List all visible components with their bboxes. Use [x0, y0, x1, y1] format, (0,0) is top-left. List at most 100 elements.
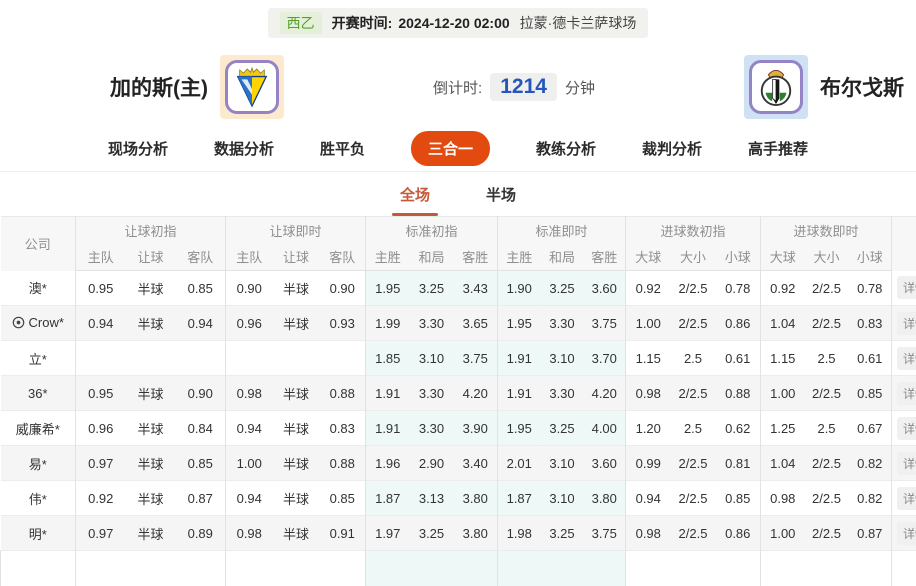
col-subheader: 大小	[671, 244, 716, 271]
odds-row: 威廉希*0.96半球0.840.94半球0.831.913.303.901.95…	[1, 411, 916, 446]
odds-row: 易*0.97半球0.851.00半球0.881.962.903.402.013.…	[1, 446, 916, 481]
odds-value: 2/2.5	[805, 481, 849, 516]
nav-tabs: 现场分析 数据分析 胜平负 三合一 教练分析 裁判分析 高手推荐	[0, 126, 916, 172]
odds-row: 36*0.95半球0.900.98半球0.881.913.304.201.913…	[1, 376, 916, 411]
nav-tab[interactable]: 教练分析	[536, 138, 596, 159]
odds-value: 0.96	[226, 306, 273, 341]
col-group-header: 标准即时	[498, 217, 626, 244]
odds-value: 3.65	[454, 306, 498, 341]
detail-link[interactable]: 详情	[897, 276, 916, 299]
col-subheader: 大小	[805, 244, 849, 271]
odds-value: 2/2.5	[805, 306, 849, 341]
nav-tab[interactable]: 三合一	[411, 131, 490, 166]
odds-value: 1.91	[498, 341, 541, 376]
away-team: 布尔戈斯	[744, 55, 904, 119]
odds-value: 3.80	[454, 481, 498, 516]
odds-value: 0.67	[849, 411, 892, 446]
col-subheader: 让球	[273, 244, 320, 271]
odds-value: 1.91	[498, 376, 541, 411]
odds-value: 2/2.5	[805, 446, 849, 481]
odds-value: 0.85	[176, 271, 226, 306]
company-name: 明*	[1, 516, 76, 551]
period-subtab[interactable]: 半场	[486, 172, 516, 216]
odds-value: 0.88	[320, 446, 366, 481]
odds-value: 1.85	[366, 341, 410, 376]
odds-value: 0.98	[761, 481, 805, 516]
col-group-header: 让球初指	[76, 217, 226, 244]
detail-link[interactable]: 详情	[897, 487, 916, 510]
odds-value: 1.15	[626, 341, 671, 376]
odds-value: 3.10	[541, 446, 584, 481]
detail-link[interactable]: 详情	[897, 522, 916, 545]
nav-tab[interactable]: 高手推荐	[748, 138, 808, 159]
home-team: 加的斯(主)	[110, 55, 284, 119]
col-header-detail	[892, 217, 916, 271]
detail-link[interactable]: 详情	[897, 417, 916, 440]
odds-value: 2.01	[498, 446, 541, 481]
odds-value: 0.89	[176, 516, 226, 551]
odds-table: 公司让球初指让球即时标准初指标准即时进球数初指进球数即时主队让球客队主队让球客队…	[0, 216, 916, 586]
odds-value: 3.10	[410, 341, 454, 376]
odds-value: 0.61	[716, 341, 761, 376]
odds-value: 0.87	[176, 481, 226, 516]
detail-cell: 详情	[892, 341, 916, 376]
company-name: 威廉希*	[1, 411, 76, 446]
odds-value: 3.30	[410, 411, 454, 446]
odds-value: 0.95	[76, 271, 126, 306]
odds-value: 0.88	[320, 376, 366, 411]
col-subheader: 主胜	[498, 244, 541, 271]
col-subheader: 客胜	[584, 244, 626, 271]
odds-value: 0.85	[176, 446, 226, 481]
odds-value: 0.92	[76, 481, 126, 516]
odds-value: 2.5	[805, 341, 849, 376]
odds-value: 半球	[273, 411, 320, 446]
odds-value: 0.78	[849, 271, 892, 306]
odds-value: 0.62	[716, 411, 761, 446]
odds-value: 0.94	[626, 481, 671, 516]
odds-value: 3.40	[454, 446, 498, 481]
odds-value: 0.92	[761, 271, 805, 306]
odds-value: 3.80	[454, 516, 498, 551]
odds-value: 0.82	[849, 481, 892, 516]
nav-tab[interactable]: 现场分析	[108, 138, 168, 159]
odds-value: 半球	[273, 271, 320, 306]
detail-link[interactable]: 详情	[897, 347, 916, 370]
odds-value: 0.92	[626, 271, 671, 306]
col-subheader: 客队	[176, 244, 226, 271]
odds-value: 1.25	[761, 411, 805, 446]
odds-value: 0.84	[176, 411, 226, 446]
odds-value: 3.80	[584, 481, 626, 516]
period-subtab[interactable]: 全场	[400, 172, 430, 216]
odds-value: 半球	[126, 516, 176, 551]
detail-cell: 详情	[892, 481, 916, 516]
odds-value: 2/2.5	[805, 271, 849, 306]
odds-value: 0.87	[849, 516, 892, 551]
odds-value: 1.95	[366, 271, 410, 306]
odds-value: 2/2.5	[671, 271, 716, 306]
match-info-bar-wrap: 西乙 开赛时间: 2024-12-20 02:00 拉蒙·德卡兰萨球场	[0, 0, 916, 38]
odds-value: 半球	[126, 306, 176, 341]
detail-link[interactable]: 详情	[897, 312, 916, 335]
odds-row: Crow*0.94半球0.940.96半球0.931.993.303.651.9…	[1, 306, 916, 341]
odds-value: 0.86	[716, 516, 761, 551]
odds-value: 1.95	[498, 306, 541, 341]
odds-value: 2/2.5	[671, 376, 716, 411]
detail-link[interactable]: 详情	[897, 382, 916, 405]
col-subheader: 小球	[716, 244, 761, 271]
away-team-name: 布尔戈斯	[820, 72, 904, 102]
odds-value: 3.13	[410, 481, 454, 516]
odds-value	[126, 341, 176, 376]
odds-value: 0.85	[716, 481, 761, 516]
nav-tab[interactable]: 裁判分析	[642, 138, 702, 159]
odds-value: 4.00	[584, 411, 626, 446]
detail-link[interactable]: 详情	[897, 452, 916, 475]
odds-value: 半球	[273, 481, 320, 516]
odds-value: 3.60	[584, 446, 626, 481]
odds-value: 0.82	[849, 446, 892, 481]
nav-tab[interactable]: 数据分析	[214, 138, 274, 159]
col-subheader: 大球	[761, 244, 805, 271]
detail-cell: 详情	[892, 516, 916, 551]
odds-row-partial	[1, 551, 916, 586]
nav-tab[interactable]: 胜平负	[320, 138, 365, 159]
odds-value: 3.25	[541, 411, 584, 446]
